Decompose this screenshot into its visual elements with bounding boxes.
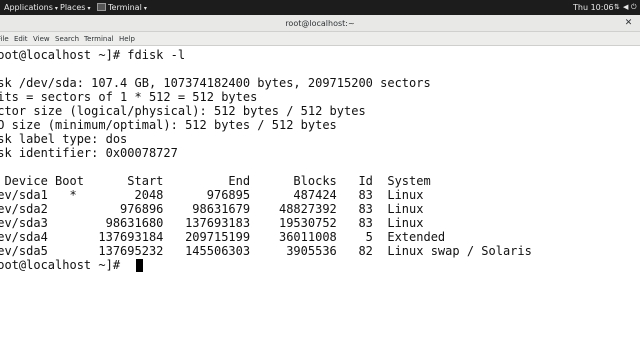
clock-label: Thu 10:06 <box>573 3 614 12</box>
partition-table-header: Device Boot Start End Blocks Id System <box>0 174 431 188</box>
places-label: Places <box>60 3 86 12</box>
partition-row: dev/sda2 976896 98631679 48827392 83 Lin… <box>0 202 424 216</box>
network-icon[interactable]: ⇅ <box>614 0 620 15</box>
terminal-app-icon <box>97 3 106 11</box>
output-line: /O size (minimum/optimal): 512 bytes / 5… <box>0 118 337 132</box>
places-menu[interactable]: Places ▾ <box>60 0 90 15</box>
applications-label: Applications <box>4 3 53 12</box>
top-panel: Applications ▾ Places ▾ Terminal ▾ Thu 10:0… <box>0 0 640 15</box>
close-icon[interactable]: ✕ <box>623 18 634 29</box>
window-titlebar[interactable]: root@localhost:~ ✕ <box>0 15 640 32</box>
menu-search[interactable]: Search <box>55 32 79 46</box>
terminal-app-menu[interactable]: Terminal ▾ <box>97 0 147 15</box>
terminal-app-label: Terminal <box>108 3 142 12</box>
applications-menu[interactable]: Applications ▾ <box>4 0 58 15</box>
menu-edit[interactable]: Edit <box>14 32 28 46</box>
clock[interactable]: Thu 10:06 <box>573 0 614 15</box>
partition-row: dev/sda4 137693184 209715199 36011008 5 … <box>0 230 446 244</box>
partition-row: dev/sda3 98631680 137693183 19530752 83 … <box>0 216 424 230</box>
menu-bar: File Edit View Search Terminal Help <box>0 32 640 46</box>
menu-terminal[interactable]: Terminal <box>84 32 114 46</box>
volume-icon[interactable]: ◀ <box>623 0 628 15</box>
menu-view[interactable]: View <box>33 32 50 46</box>
terminal-dropdown-icon: ▾ <box>143 5 147 12</box>
output-line: ector size (logical/physical): 512 bytes… <box>0 104 366 118</box>
prompt-line: root@localhost ~]# <box>0 258 128 272</box>
terminal-output[interactable]: root@localhost ~]# fdisk -l isk /dev/sda… <box>0 46 640 360</box>
output-line: nits = sectors of 1 * 512 = 512 bytes <box>0 90 258 104</box>
applications-dropdown-icon: ▾ <box>54 5 58 12</box>
places-dropdown-icon: ▾ <box>87 5 91 12</box>
menu-file[interactable]: File <box>0 32 9 46</box>
window-title: root@localhost:~ <box>285 19 355 28</box>
menu-help[interactable]: Help <box>119 32 135 46</box>
prompt-line: root@localhost ~]# fdisk -l <box>0 48 186 62</box>
output-line: isk identifier: 0x00078727 <box>0 146 178 160</box>
power-icon[interactable]: ⏻ <box>631 0 637 15</box>
partition-row: dev/sda5 137695232 145506303 3905536 82 … <box>0 244 532 258</box>
partition-row: dev/sda1 * 2048 976895 487424 83 Linux <box>0 188 424 202</box>
text-cursor <box>136 259 143 272</box>
output-line: isk label type: dos <box>0 132 128 146</box>
output-line: isk /dev/sda: 107.4 GB, 107374182400 byt… <box>0 76 431 90</box>
